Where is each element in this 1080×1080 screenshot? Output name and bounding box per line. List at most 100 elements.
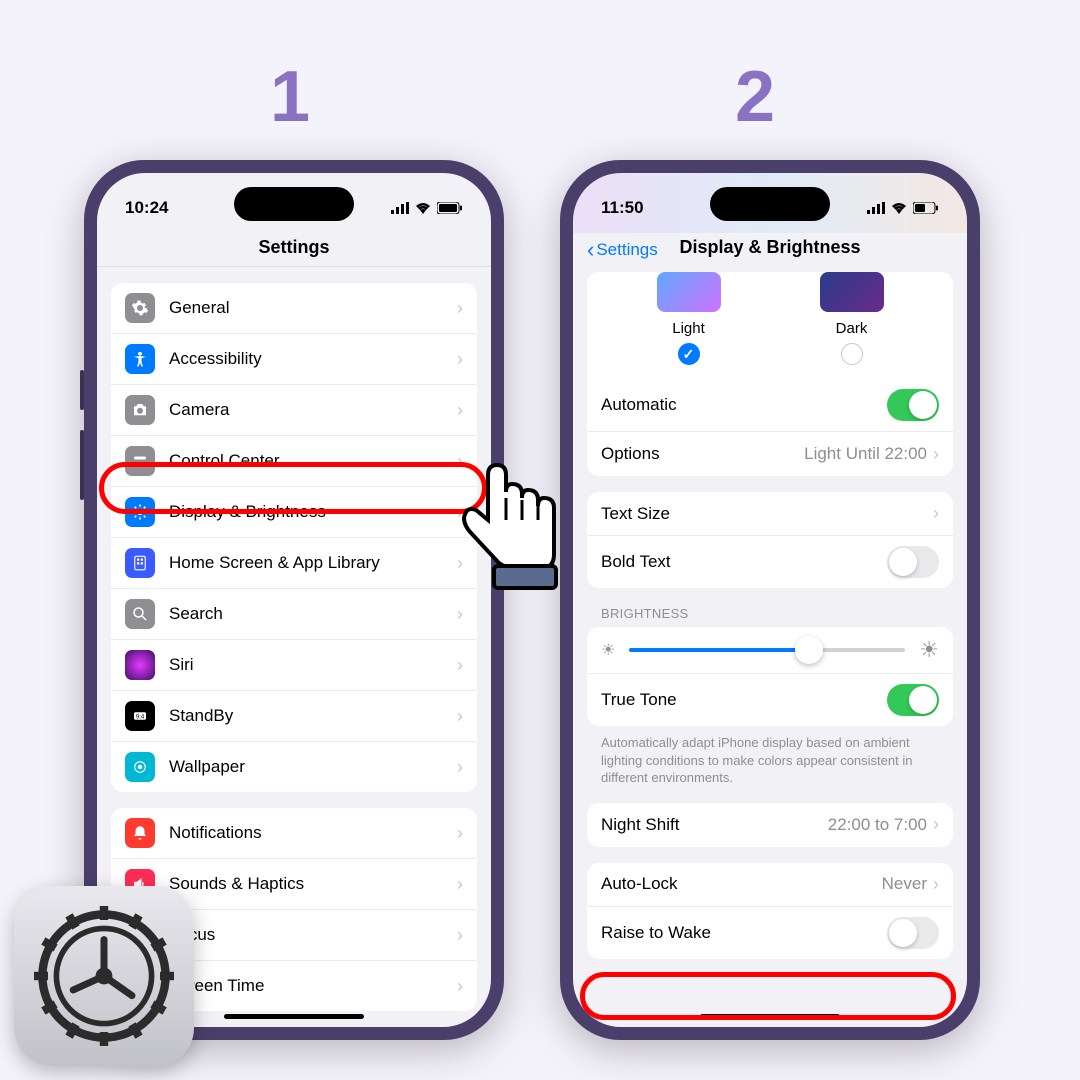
camera-icon (125, 395, 155, 425)
row-options[interactable]: OptionsLight Until 22:00 › (587, 432, 953, 476)
row-label: True Tone (601, 690, 887, 710)
cellular-icon (867, 202, 885, 214)
toggle-automatic[interactable] (887, 389, 939, 421)
row-value: Never (882, 874, 927, 894)
chevron-right-icon: › (457, 349, 463, 370)
step-number-2: 2 (735, 56, 775, 138)
row-bold-text[interactable]: Bold Text (587, 536, 953, 588)
row-label: Display & Brightness (169, 502, 457, 522)
chevron-right-icon: › (457, 502, 463, 523)
toggle-bold-text[interactable] (887, 546, 939, 578)
row-label: Night Shift (601, 815, 828, 835)
row-home-screen[interactable]: Home Screen & App Library› (111, 538, 477, 589)
row-general[interactable]: General› (111, 283, 477, 334)
chevron-right-icon: › (457, 874, 463, 895)
appearance-light[interactable]: Light (657, 272, 721, 365)
row-label: Camera (169, 400, 457, 420)
toggle-raise-to-wake[interactable] (887, 917, 939, 949)
search-icon (125, 599, 155, 629)
row-label: StandBy (169, 706, 457, 726)
row-label: Search (169, 604, 457, 624)
brightness-slider[interactable] (629, 648, 905, 652)
radio-unchecked-icon[interactable] (841, 343, 863, 365)
brightness-icon (125, 497, 155, 527)
row-label: Options (601, 444, 804, 464)
row-night-shift[interactable]: Night Shift22:00 to 7:00› (587, 803, 953, 847)
status-time: 10:24 (125, 198, 168, 218)
phone-frame-2: 11:50 ‹Settings Display & Brightness Lig… (560, 160, 980, 1040)
dynamic-island (234, 187, 354, 221)
row-raise-to-wake[interactable]: Raise to Wake (587, 907, 953, 959)
row-wallpaper[interactable]: Wallpaper› (111, 742, 477, 792)
radio-checked-icon[interactable] (678, 343, 700, 365)
row-label: Siri (169, 655, 457, 675)
chevron-right-icon: › (457, 400, 463, 421)
chevron-right-icon: › (457, 757, 463, 778)
appearance-group: Light Dark Automatic OptionsLight Until … (587, 272, 953, 476)
row-standby[interactable]: 9:4 StandBy› (111, 691, 477, 742)
row-search[interactable]: Search› (111, 589, 477, 640)
chevron-right-icon: › (933, 503, 939, 524)
back-label: Settings (596, 240, 657, 260)
back-button[interactable]: ‹Settings (587, 237, 658, 263)
row-label: Automatic (601, 395, 887, 415)
standby-icon: 9:4 (125, 701, 155, 731)
dark-thumbnail (820, 272, 884, 312)
row-auto-lock[interactable]: Auto-LockNever› (587, 863, 953, 907)
row-siri[interactable]: Siri› (111, 640, 477, 691)
nav-header: Settings (97, 227, 491, 267)
row-label: Focus (169, 925, 457, 945)
svg-text:9:4: 9:4 (136, 714, 145, 720)
row-value: Light Until 22:00 (804, 444, 927, 464)
chevron-right-icon: › (457, 925, 463, 946)
row-label: Screen Time (169, 976, 457, 996)
home-screen-icon (125, 548, 155, 578)
text-group: Text Size› Bold Text (587, 492, 953, 588)
row-label: Accessibility (169, 349, 457, 369)
step-number-1: 1 (270, 56, 310, 138)
settings-group-1: General› Accessibility› Camera› Control … (111, 283, 477, 792)
section-brightness: BRIGHTNESS (587, 588, 953, 627)
row-label: Raise to Wake (601, 923, 887, 943)
night-shift-group: Night Shift22:00 to 7:00› (587, 803, 953, 847)
home-indicator (224, 1014, 364, 1019)
sun-large-icon: ☀︎ (919, 637, 939, 663)
row-label: Auto-Lock (601, 874, 882, 894)
page-title: Settings (258, 237, 329, 257)
row-label: Control Center (169, 451, 457, 471)
row-display-brightness[interactable]: Display & Brightness› (111, 487, 477, 538)
row-accessibility[interactable]: Accessibility› (111, 334, 477, 385)
row-label: Sounds & Haptics (169, 874, 457, 894)
cellular-icon (391, 202, 409, 214)
light-label: Light (657, 320, 721, 337)
row-label: Wallpaper (169, 757, 457, 777)
appearance-dark[interactable]: Dark (820, 272, 884, 365)
settings-app-icon (14, 886, 194, 1066)
control-center-icon (125, 446, 155, 476)
row-label: General (169, 298, 457, 318)
row-text-size[interactable]: Text Size› (587, 492, 953, 536)
row-brightness-slider[interactable]: ☀︎ ☀︎ (587, 627, 953, 674)
display-content[interactable]: Light Dark Automatic OptionsLight Until … (573, 266, 967, 1027)
accessibility-icon (125, 344, 155, 374)
true-tone-description: Automatically adapt iPhone display based… (587, 726, 953, 787)
wifi-icon (415, 202, 431, 214)
row-label: Home Screen & App Library (169, 553, 457, 573)
toggle-true-tone[interactable] (887, 684, 939, 716)
row-camera[interactable]: Camera› (111, 385, 477, 436)
row-automatic[interactable]: Automatic (587, 379, 953, 432)
row-true-tone[interactable]: True Tone (587, 674, 953, 726)
chevron-right-icon: › (457, 706, 463, 727)
dark-label: Dark (820, 320, 884, 337)
wifi-icon (891, 202, 907, 214)
slider-thumb[interactable] (795, 636, 823, 664)
appearance-row: Light Dark (587, 272, 953, 379)
chevron-right-icon: › (457, 553, 463, 574)
chevron-right-icon: › (457, 823, 463, 844)
nav-header: ‹Settings Display & Brightness (573, 227, 967, 266)
row-notifications[interactable]: Notifications› (111, 808, 477, 859)
row-control-center[interactable]: Control Center› (111, 436, 477, 487)
notifications-icon (125, 818, 155, 848)
gear-large-icon (34, 906, 174, 1046)
chevron-right-icon: › (933, 444, 939, 465)
